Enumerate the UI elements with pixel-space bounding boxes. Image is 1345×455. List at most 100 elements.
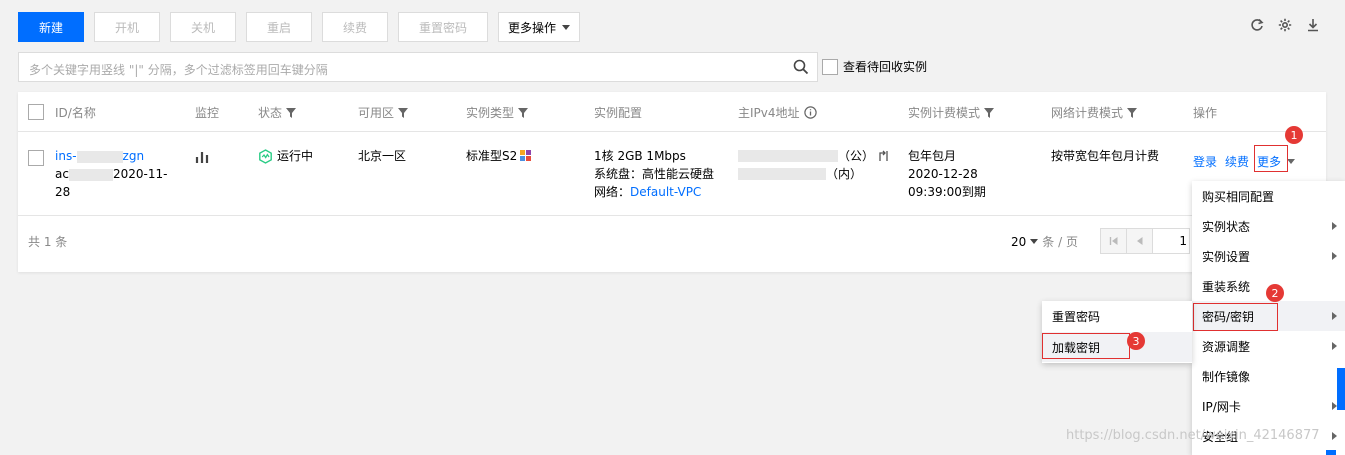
running-icon bbox=[259, 148, 272, 164]
recycle-checkbox[interactable] bbox=[822, 58, 838, 75]
page-size-value: 20 bbox=[1011, 234, 1027, 249]
renew-button[interactable]: 续费 bbox=[322, 12, 388, 42]
more-operations-dropdown[interactable]: 更多操作 bbox=[498, 12, 580, 42]
table-row: ins-zgn ac 2020-11- 28 运行中 北京一区 标准型S2 1核 … bbox=[18, 132, 1326, 216]
restart-button[interactable]: 重启 bbox=[246, 12, 312, 42]
watermark: https://blog.csdn.net/weixin_42146877 bbox=[1066, 428, 1320, 443]
top-right-tools bbox=[1249, 17, 1321, 33]
public-ip: （公） bbox=[738, 147, 889, 165]
chevron-down-icon bbox=[1030, 239, 1039, 244]
scrollbar-accent bbox=[1337, 368, 1345, 410]
more-operations-label: 更多操作 bbox=[507, 20, 556, 35]
new-button[interactable]: 新建 bbox=[18, 12, 84, 42]
menu-item-buy-same[interactable]: 购买相同配置 bbox=[1192, 181, 1345, 211]
search-input[interactable]: 多个关键字用竖线 "|" 分隔，多个过滤标签用回车键分隔 bbox=[18, 52, 818, 82]
status-label: 运行中 bbox=[277, 149, 314, 163]
billing-date: 2020-12-28 bbox=[908, 167, 978, 181]
vpc-link[interactable]: Default-VPC bbox=[630, 185, 701, 199]
chevron-down-icon bbox=[562, 24, 570, 30]
highlight-box-load-key bbox=[1042, 333, 1130, 359]
pagination: 1 bbox=[1100, 228, 1190, 254]
row-checkbox[interactable] bbox=[28, 150, 44, 166]
header-instance-type[interactable]: 实例类型 bbox=[466, 104, 529, 121]
prev-page-button[interactable] bbox=[1127, 229, 1153, 253]
chevron-right-icon bbox=[1332, 222, 1337, 230]
recycle-label: 查看待回收实例 bbox=[843, 60, 928, 74]
instance-name[interactable]: ac 2020-11- bbox=[55, 165, 185, 183]
chevron-right-icon bbox=[1332, 342, 1337, 350]
header-zone-label: 可用区 bbox=[358, 106, 395, 120]
search-icon[interactable] bbox=[793, 59, 809, 75]
reset-password-button[interactable]: 重置密码 bbox=[398, 12, 488, 42]
renew-link[interactable]: 续费 bbox=[1225, 153, 1249, 170]
info-icon[interactable] bbox=[803, 106, 817, 119]
monitor-chart-icon[interactable] bbox=[195, 150, 209, 169]
select-all-checkbox[interactable] bbox=[28, 104, 44, 120]
login-link[interactable]: 登录 bbox=[1193, 153, 1217, 170]
instance-type-badge-icon bbox=[520, 150, 532, 161]
chevron-right-icon bbox=[1332, 432, 1337, 440]
instance-name-cont: 28 bbox=[55, 185, 71, 199]
header-actions: 操作 bbox=[1193, 106, 1218, 120]
filter-icon[interactable] bbox=[286, 107, 297, 118]
menu-item-resource-adjust[interactable]: 资源调整 bbox=[1192, 331, 1345, 361]
header-ipv4: 主IPv4地址 bbox=[738, 104, 817, 121]
header-network-billing-label: 网络计费模式 bbox=[1051, 106, 1124, 120]
menu-item-make-image[interactable]: 制作镜像 bbox=[1192, 361, 1345, 391]
header-ipv4-label: 主IPv4地址 bbox=[738, 106, 800, 120]
instance-id-name: ins-zgn ac 2020-11- 28 bbox=[55, 147, 185, 201]
recycle-filter[interactable]: 查看待回收实例 bbox=[822, 58, 927, 75]
header-billing[interactable]: 实例计费模式 bbox=[908, 104, 995, 121]
chevron-right-icon bbox=[1332, 312, 1337, 320]
filter-icon[interactable] bbox=[984, 107, 995, 118]
menu-item-instance-status[interactable]: 实例状态 bbox=[1192, 211, 1345, 241]
page-number-input[interactable]: 1 bbox=[1153, 229, 1189, 253]
header-monitor: 监控 bbox=[195, 106, 220, 120]
header-config: 实例配置 bbox=[594, 106, 643, 120]
submenu-item-reset-password[interactable]: 重置密码 bbox=[1042, 301, 1192, 331]
total-count: 共 1 条 bbox=[28, 235, 68, 249]
menu-item-instance-settings[interactable]: 实例设置 bbox=[1192, 241, 1345, 271]
header-network-billing[interactable]: 网络计费模式 bbox=[1051, 104, 1138, 121]
filter-icon[interactable] bbox=[518, 107, 529, 118]
instance-type-value: 标准型S2 bbox=[466, 149, 518, 163]
page-size-unit: 条 / 页 bbox=[1042, 235, 1078, 249]
instance-table: ID/名称 监控 状态 可用区 实例类型 实例配置 主IPv4地址 实例计费模式… bbox=[18, 92, 1326, 272]
config-network: 网络：Default-VPC bbox=[594, 185, 702, 199]
instance-id-link[interactable]: ins-zgn bbox=[55, 147, 185, 165]
chevron-down-icon bbox=[1287, 159, 1296, 164]
instance-type-cell: 标准型S2 bbox=[466, 147, 533, 165]
header-zone[interactable]: 可用区 bbox=[358, 104, 409, 121]
config-spec: 1核 2GB 1Mbps bbox=[594, 149, 686, 163]
table-header: ID/名称 监控 状态 可用区 实例类型 实例配置 主IPv4地址 实例计费模式… bbox=[18, 92, 1326, 132]
header-status-label: 状态 bbox=[258, 106, 283, 120]
header-status[interactable]: 状态 bbox=[258, 104, 297, 121]
chevron-right-icon bbox=[1332, 252, 1337, 260]
header-billing-label: 实例计费模式 bbox=[908, 106, 981, 120]
refresh-icon[interactable] bbox=[1249, 17, 1265, 33]
zone-value: 北京一区 bbox=[358, 149, 407, 163]
search-placeholder: 多个关键字用竖线 "|" 分隔，多个过滤标签用回车键分隔 bbox=[29, 63, 328, 77]
config-disk: 系统盘：高性能云硬盘 bbox=[594, 167, 715, 181]
stop-button[interactable]: 关机 bbox=[170, 12, 236, 42]
header-id-name: ID/名称 bbox=[55, 106, 96, 120]
billing-expire: 09:39:00到期 bbox=[908, 185, 986, 199]
ip-cell: （公） （内） bbox=[738, 147, 889, 183]
scrollbar-accent bbox=[1326, 450, 1336, 455]
page-size-select[interactable]: 20 条 / 页 bbox=[1011, 233, 1078, 250]
ip-transform-icon[interactable] bbox=[877, 150, 889, 162]
status-running: 运行中 bbox=[258, 147, 313, 165]
step-badge-2: 2 bbox=[1266, 284, 1284, 302]
start-button[interactable]: 开机 bbox=[94, 12, 160, 42]
filter-icon[interactable] bbox=[398, 107, 409, 118]
header-instance-type-label: 实例类型 bbox=[466, 106, 515, 120]
first-page-button[interactable] bbox=[1101, 229, 1127, 253]
download-icon[interactable] bbox=[1305, 17, 1321, 33]
config-cell: 1核 2GB 1Mbps 系统盘：高性能云硬盘 网络：Default-VPC bbox=[594, 147, 714, 201]
menu-item-ip-nic[interactable]: IP/网卡 bbox=[1192, 391, 1345, 421]
gear-icon[interactable] bbox=[1277, 17, 1293, 33]
billing-mode: 包年包月 bbox=[908, 149, 957, 163]
private-ip: （内） bbox=[738, 165, 889, 183]
billing-cell: 包年包月 2020-12-28 09:39:00到期 bbox=[908, 147, 986, 201]
filter-icon[interactable] bbox=[1127, 107, 1138, 118]
